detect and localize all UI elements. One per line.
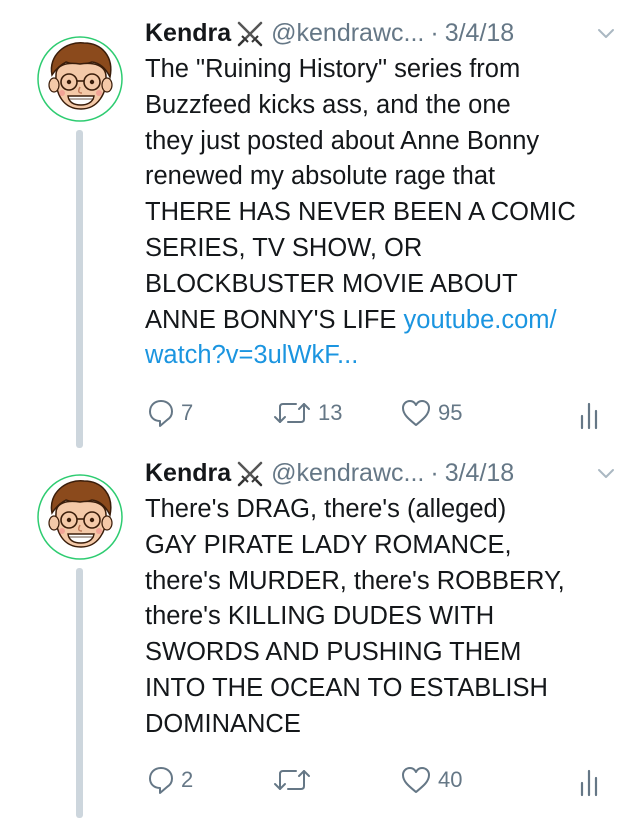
tweet-header: Kendra @kendrawc... · 3/4/18 (145, 16, 617, 50)
tweet-text-line: There's DRAG, there's (alleged) (145, 495, 507, 523)
tweet-actions: 2 40 (0, 765, 639, 797)
tweet-content: Kendra @kendrawc... · 3/4/18 There's DRA… (145, 456, 617, 743)
retweet-button[interactable] (272, 765, 318, 795)
author-handle[interactable]: @kendrawc... (271, 459, 424, 488)
retweet-icon (274, 770, 310, 790)
analytics-icon (580, 402, 598, 430)
tweet-text-line: SWORDS AND PUSHING THEM (145, 638, 522, 667)
tweet-text-line: GAY PIRATE LADY ROMANCE, (145, 530, 512, 559)
tweet-content: Kendra @kendrawc... · 3/4/18 The "Ruinin… (145, 16, 617, 374)
reply-count: 7 (181, 400, 194, 425)
tweet-2[interactable]: Kendra @kendrawc... · 3/4/18 There's DRA… (0, 448, 639, 818)
tweet-text-line: there's KILLING DUDES WITH (145, 602, 495, 631)
retweet-icon (274, 403, 310, 423)
tweet-text-line: Buzzfeed kicks ass, and the one (145, 90, 511, 119)
tweet-text: There's DRAG, there's (alleged) GAY PIRA… (145, 492, 617, 743)
reply-icon (149, 767, 173, 794)
tweet-text-line: ANNE BONNY'S LIFE youtube.com/ (145, 303, 617, 339)
tweet-text: The "Ruining History" series from Buzzfe… (145, 52, 617, 374)
analytics-icon (580, 769, 598, 797)
tweet-text-line: THERE HAS NEVER BEEN A COMIC (145, 198, 576, 227)
heart-icon (402, 400, 430, 426)
chevron-down-icon[interactable] (595, 23, 617, 45)
tweet-text-line: renewed my absolute rage that (145, 162, 496, 191)
tweet-text-line: BLOCKBUSTER MOVIE ABOUT (145, 269, 518, 298)
reply-count: 2 (181, 767, 194, 792)
author-name[interactable]: Kendra (145, 19, 231, 48)
reply-icon (149, 400, 173, 427)
like-count: 40 (438, 767, 463, 792)
tweet-text-segment: ANNE BONNY'S LIFE (145, 305, 397, 334)
avatar[interactable] (36, 473, 124, 561)
tweet-text-line: DOMINANCE (145, 709, 301, 738)
like-button[interactable]: 95 (400, 398, 462, 428)
analytics-button[interactable] (578, 398, 602, 430)
retweet-button[interactable]: 13 (272, 398, 342, 428)
tweet-header: Kendra @kendrawc... · 3/4/18 (145, 456, 617, 490)
tweet-text-line: SERIES, TV SHOW, OR (145, 233, 423, 262)
tweet-text-line: INTO THE OCEAN TO ESTABLISH (145, 673, 548, 702)
retweet-count: 13 (318, 400, 343, 425)
author-handle[interactable]: @kendrawc... (271, 19, 424, 48)
tweet-actions: 7 13 95 (0, 398, 639, 430)
like-button[interactable]: 40 (400, 765, 462, 795)
tweet-date[interactable]: 3/4/18 (445, 19, 515, 48)
analytics-button[interactable] (578, 765, 602, 797)
reply-button[interactable]: 7 (147, 398, 193, 428)
youtube-link[interactable]: youtube.com/ (404, 306, 557, 334)
heart-icon (402, 767, 430, 793)
chevron-down-icon[interactable] (595, 463, 617, 485)
author-name[interactable]: Kendra (145, 459, 231, 488)
separator-dot: · (430, 18, 439, 47)
separator-dot: · (430, 458, 439, 487)
like-count: 95 (438, 400, 463, 425)
tweet-text-line: there's MURDER, there's ROBBERY, (145, 566, 565, 595)
tweet-text-line: they just posted about Anne Bonny (145, 126, 540, 155)
tweet-text-line: The "Ruining History" series from (145, 55, 521, 83)
crossed-swords-icon (235, 19, 265, 47)
reply-button[interactable]: 2 (147, 765, 193, 795)
tweet-1[interactable]: Kendra @kendrawc... · 3/4/18 The "Ruinin… (0, 0, 639, 448)
youtube-link-continued[interactable]: watch?v=3ulWkF... (145, 341, 358, 369)
tweet-text-line: watch?v=3ulWkF... (145, 338, 617, 374)
tweet-date[interactable]: 3/4/18 (445, 459, 515, 488)
crossed-swords-icon (235, 459, 265, 487)
avatar[interactable] (36, 35, 124, 123)
